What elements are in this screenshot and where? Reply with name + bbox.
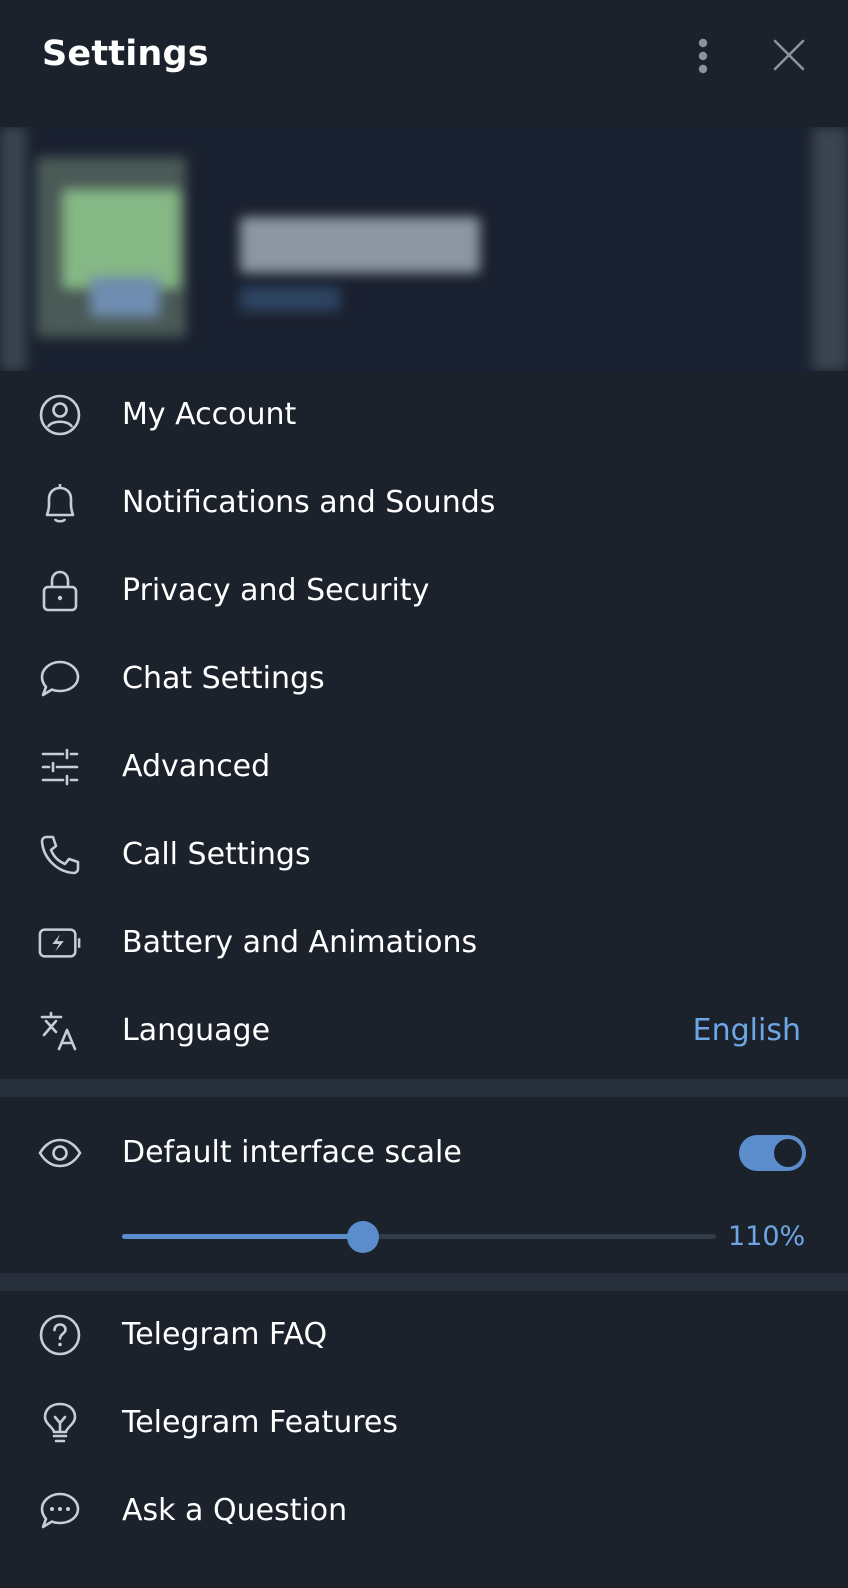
section-divider	[0, 1079, 848, 1097]
settings-menu: My Account Notifications and Sounds Priv…	[0, 371, 848, 1075]
slider-fill	[122, 1234, 363, 1239]
menu-item-label: My Account	[122, 397, 297, 432]
menu-item-label: Battery and Animations	[122, 925, 478, 960]
scale-value: 110%	[728, 1221, 806, 1252]
phone-icon	[38, 833, 82, 877]
menu-item-label: Telegram FAQ	[122, 1317, 328, 1352]
menu-item-my-account[interactable]: My Account	[0, 371, 848, 459]
menu-item-label: Telegram Features	[122, 1405, 398, 1440]
menu-item-label: Advanced	[122, 749, 271, 784]
profile-card[interactable]	[0, 127, 848, 371]
profile-edge-left	[0, 127, 26, 371]
profile-subtitle-redacted	[240, 287, 340, 311]
scale-slider[interactable]	[122, 1221, 716, 1253]
account-circle-icon	[38, 393, 82, 437]
default-scale-label: Default interface scale	[122, 1135, 462, 1170]
battery-bolt-icon	[38, 921, 82, 965]
menu-item-privacy[interactable]: Privacy and Security	[0, 547, 848, 635]
default-scale-row[interactable]: Default interface scale	[0, 1109, 848, 1197]
menu-item-battery[interactable]: Battery and Animations	[0, 899, 848, 987]
section-divider	[0, 1273, 848, 1291]
more-options-button[interactable]	[675, 28, 731, 84]
menu-item-telegram-features[interactable]: Telegram Features	[0, 1379, 848, 1467]
profile-name-redacted	[240, 217, 480, 273]
menu-item-chat-settings[interactable]: Chat Settings	[0, 635, 848, 723]
chat-bubble-icon	[38, 657, 82, 701]
menu-item-advanced[interactable]: Advanced	[0, 723, 848, 811]
translate-icon	[38, 1009, 82, 1053]
toggle-knob	[771, 1136, 805, 1170]
menu-item-call-settings[interactable]: Call Settings	[0, 811, 848, 899]
more-vertical-icon	[697, 38, 709, 74]
question-circle-icon	[38, 1313, 82, 1357]
close-button[interactable]	[761, 27, 817, 83]
menu-item-label: Notifications and Sounds	[122, 485, 496, 520]
settings-panel: Settings My Account Notifications and So…	[0, 0, 848, 1588]
page-title: Settings	[42, 34, 209, 74]
eye-icon	[38, 1131, 82, 1175]
profile-edge-right	[812, 127, 848, 371]
menu-item-label: Ask a Question	[122, 1493, 348, 1528]
menu-item-language[interactable]: Language English	[0, 987, 848, 1075]
interface-scale-section: Default interface scale 110%	[0, 1097, 848, 1273]
sliders-icon	[38, 745, 82, 789]
default-scale-toggle[interactable]	[739, 1135, 806, 1171]
menu-item-label: Chat Settings	[122, 661, 325, 696]
close-icon	[773, 39, 805, 71]
slider-thumb[interactable]	[347, 1221, 379, 1253]
chat-dots-icon	[38, 1489, 82, 1533]
menu-item-label: Language	[122, 1013, 271, 1048]
menu-item-ask-question[interactable]: Ask a Question	[0, 1467, 848, 1555]
menu-item-telegram-faq[interactable]: Telegram FAQ	[0, 1291, 848, 1379]
avatar-lower	[90, 277, 160, 317]
menu-item-notifications[interactable]: Notifications and Sounds	[0, 459, 848, 547]
menu-item-label: Call Settings	[122, 837, 311, 872]
settings-header: Settings	[0, 0, 848, 114]
language-value: English	[692, 1013, 801, 1048]
lock-icon	[38, 569, 82, 613]
menu-item-label: Privacy and Security	[122, 573, 430, 608]
bell-icon	[38, 481, 82, 525]
lightbulb-icon	[38, 1401, 82, 1445]
avatar-highlight	[62, 189, 180, 289]
lower-sections: Default interface scale 110% Telegram FA…	[0, 1079, 848, 1555]
